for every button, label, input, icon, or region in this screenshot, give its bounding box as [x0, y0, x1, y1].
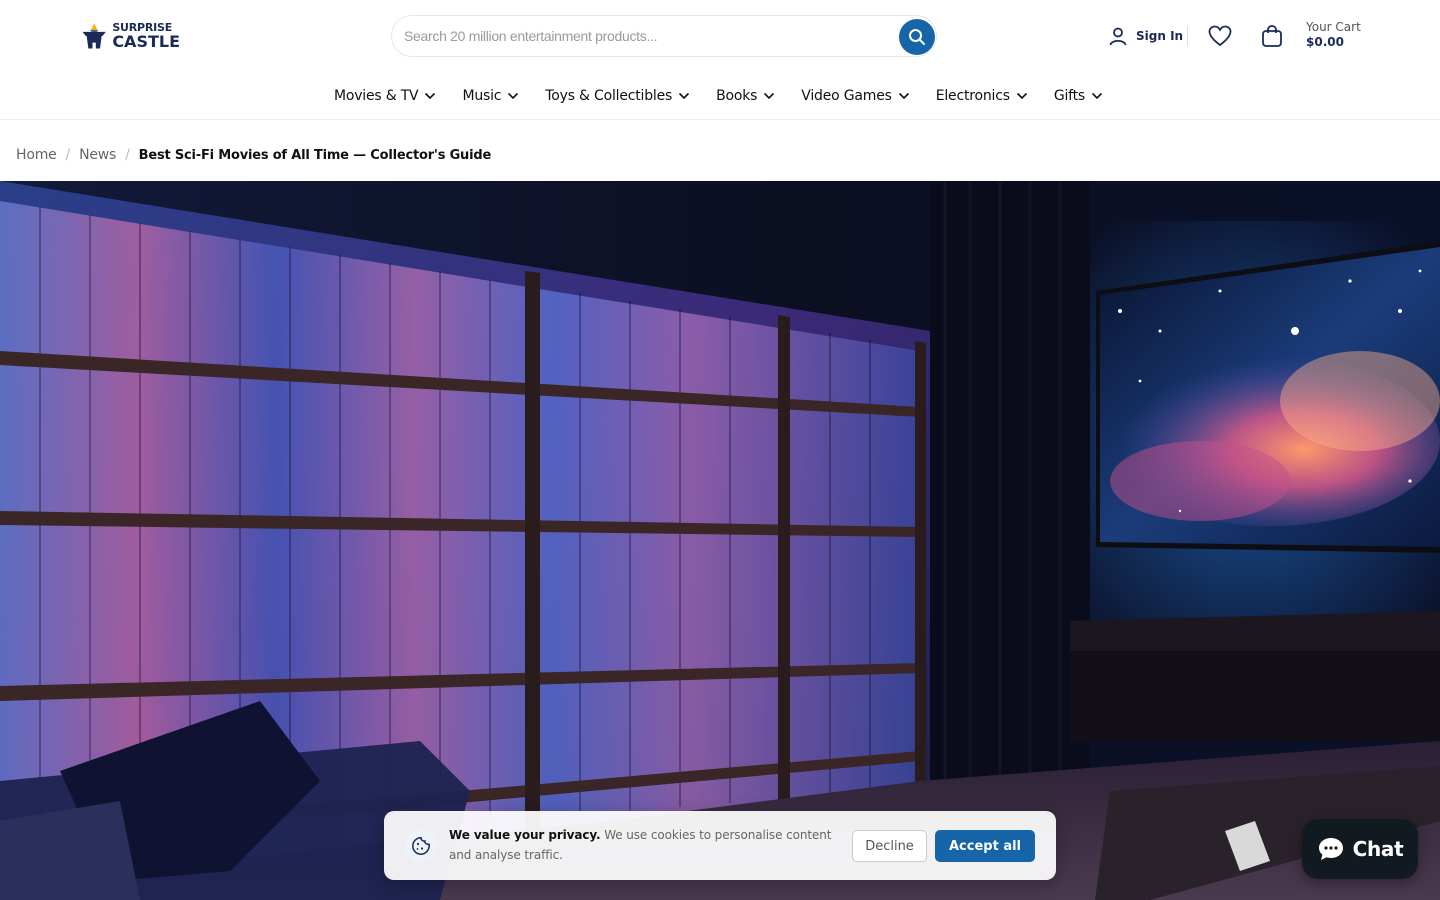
search-icon: [909, 29, 925, 45]
chevron-down-icon: [1091, 92, 1103, 99]
nav-item-movies-tv[interactable]: Movies & TV: [334, 88, 436, 104]
nav-item-label: Books: [716, 87, 758, 104]
cart-total: $0.00: [1306, 35, 1344, 49]
castle-logo-icon: [82, 23, 106, 49]
cart-label: Your Cart: [1306, 20, 1361, 34]
nav-item-music[interactable]: Music: [462, 88, 519, 104]
cart-button[interactable]: [1258, 22, 1286, 50]
hero-image: [0, 181, 1440, 900]
logo-line-2: CASTLE: [112, 32, 180, 51]
breadcrumb-separator: /: [125, 147, 130, 163]
cookie-message: We value your privacy. We use cookies to…: [449, 825, 839, 865]
sign-in-label: Sign In: [1136, 29, 1184, 43]
heart-icon: [1208, 25, 1232, 47]
chevron-down-icon: [898, 92, 909, 99]
cookie-icon: [412, 837, 430, 855]
breadcrumb-news[interactable]: News: [79, 147, 116, 163]
breadcrumb-current: Best Sci-Fi Movies of All Time — Collect…: [138, 147, 492, 163]
nav-item-books[interactable]: Books: [716, 88, 775, 104]
shopping-bag-icon: [1262, 25, 1282, 47]
nav-item-label: Gifts: [1053, 87, 1086, 104]
search-bar: [391, 15, 937, 57]
nav-item-label: Electronics: [935, 87, 1010, 104]
breadcrumb-separator: /: [65, 147, 71, 163]
cookie-title: We value your privacy.: [449, 828, 601, 842]
nav-item-label: Movies & TV: [333, 87, 419, 104]
nav-item-label: Video Games: [801, 87, 892, 104]
search-input[interactable]: [404, 16, 884, 56]
nav-item-video-games[interactable]: Video Games: [801, 88, 909, 104]
cookie-banner: We value your privacy. We use cookies to…: [384, 811, 1056, 880]
chevron-down-icon: [425, 92, 436, 99]
nav-item-toys-collectibles[interactable]: Toys & Collectibles: [545, 88, 690, 104]
decline-button[interactable]: Decline: [852, 830, 927, 862]
header-divider: [1187, 26, 1188, 46]
logo-text: SURPRISE CASTLE: [112, 22, 180, 50]
nav-item-label: Toys & Collectibles: [545, 87, 673, 104]
nav-item-electronics[interactable]: Electronics: [936, 88, 1028, 104]
logo[interactable]: SURPRISE CASTLE: [80, 18, 180, 54]
nav-item-label: Music: [462, 87, 502, 104]
chat-bubble-icon: [1318, 838, 1343, 860]
nav-item-gifts[interactable]: Gifts: [1054, 88, 1103, 104]
sign-in-link[interactable]: Sign In: [1108, 24, 1183, 48]
site-header: SURPRISE CASTLE Sign In Your Car: [0, 0, 1440, 72]
user-icon: [1109, 27, 1127, 46]
chevron-down-icon: [1016, 92, 1027, 99]
chat-button[interactable]: Chat: [1302, 819, 1418, 879]
chat-label: Chat: [1352, 837, 1404, 861]
search-button[interactable]: [899, 19, 935, 55]
breadcrumb: Home / News / Best Sci-Fi Movies of All …: [16, 145, 491, 165]
main-nav: Movies & TV Music Toys & Collectibles Bo…: [0, 72, 1440, 120]
nav-items: Movies & TV Music Toys & Collectibles Bo…: [321, 88, 1116, 104]
hero-illustration: [0, 181, 1440, 900]
breadcrumb-home[interactable]: Home: [16, 147, 57, 163]
cart-summary[interactable]: Your Cart $0.00: [1306, 20, 1361, 50]
chevron-down-icon: [764, 92, 775, 99]
chevron-down-icon: [508, 92, 519, 99]
wishlist-button[interactable]: [1206, 22, 1234, 50]
accept-all-button[interactable]: Accept all: [935, 830, 1035, 862]
chevron-down-icon: [679, 92, 690, 99]
cookie-icon-wrap: [405, 830, 437, 862]
